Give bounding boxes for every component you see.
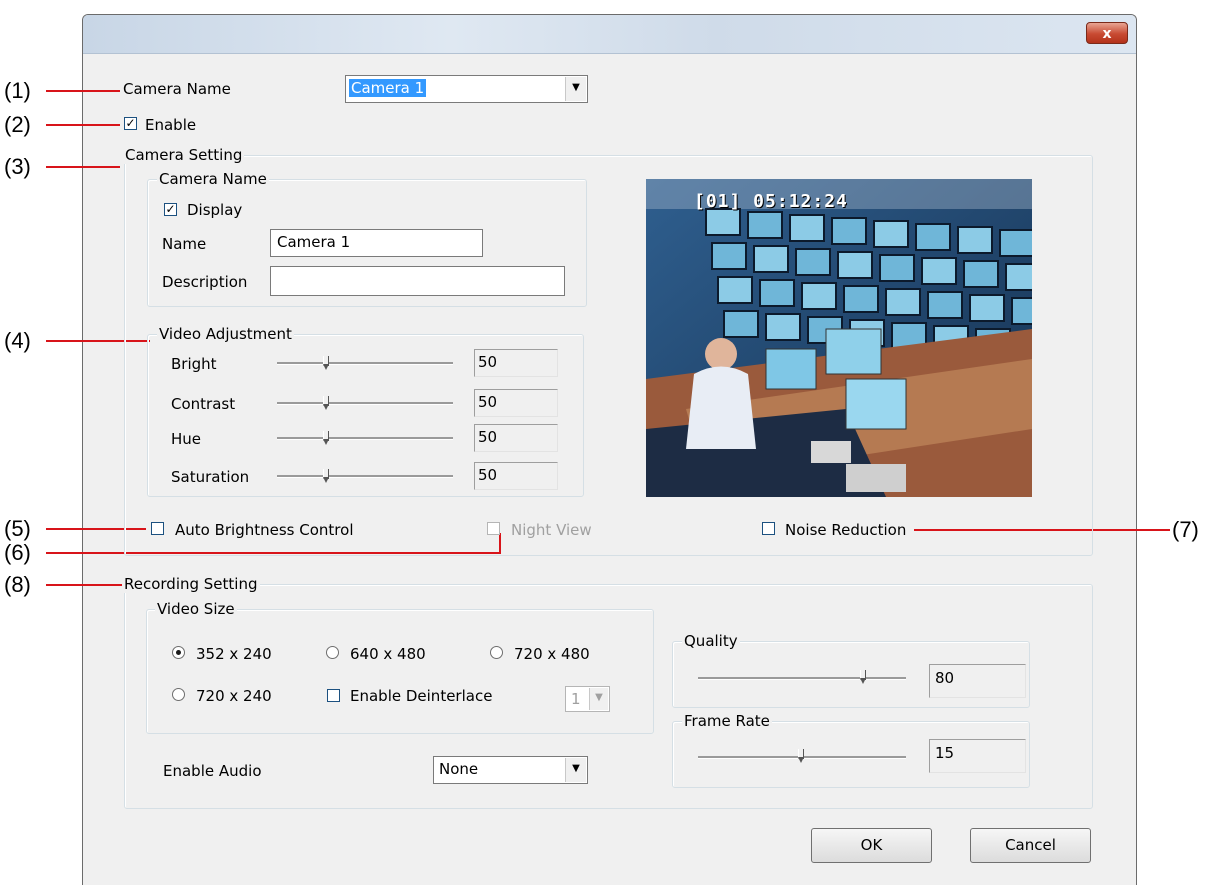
camera-setting-title: Camera Setting [123,146,245,164]
quality-slider-thumb[interactable] [860,670,867,686]
radio-640x480-label: 640 x 480 [350,645,426,663]
quality-title: Quality [682,632,740,650]
video-adjustment-slider-track[interactable] [277,475,453,478]
chevron-down-icon[interactable]: ▼ [589,688,608,710]
callout-7: (7) [1172,517,1199,542]
video-adjustment-value: 50 [474,462,558,490]
video-adjustment-label: Saturation [171,468,250,486]
enable-audio-label: Enable Audio [163,762,262,780]
camera-select-value: Camera 1 [349,79,427,97]
preview-osd-timestamp: [01] 05:12:24 [694,191,848,212]
night-view-checkbox[interactable] [487,522,500,535]
video-adjustment-slider-thumb[interactable] [322,469,329,485]
ok-button[interactable]: OK [811,828,932,863]
callout-4: (4) [4,328,31,353]
frame-rate-slider-thumb[interactable] [798,749,804,765]
callout-2: (2) [4,112,31,137]
radio-720x240-label: 720 x 240 [196,687,272,705]
night-view-label: Night View [511,521,592,539]
display-checkbox[interactable]: ✓ [164,203,177,216]
description-input[interactable] [270,266,565,296]
video-adjustment-slider-track[interactable] [277,437,453,440]
radio-640x480[interactable] [326,646,339,659]
video-adjustment-slider-track[interactable] [277,402,453,405]
video-size-title: Video Size [155,600,237,618]
cancel-button[interactable]: Cancel [970,828,1091,863]
callout-line-1 [46,90,120,92]
deinterlace-label: Enable Deinterlace [350,687,493,705]
radio-720x480[interactable] [490,646,503,659]
video-adjustment-slider-thumb[interactable] [322,396,329,412]
radio-352x240[interactable] [172,646,185,659]
callout-line-3 [46,166,120,168]
enable-label: Enable [145,116,197,134]
video-adjustment-label: Hue [171,430,202,448]
close-icon: x [1102,26,1112,42]
radio-720x480-label: 720 x 480 [514,645,590,663]
quality-slider-track[interactable] [698,677,906,680]
description-label: Description [162,273,248,291]
frame-rate-title: Frame Rate [682,712,772,730]
callout-3: (3) [4,154,31,179]
frame-rate-value: 15 [929,739,1026,773]
callout-line-8 [46,584,122,586]
deinterlace-select[interactable]: 1 ▼ [565,686,610,712]
name-label: Name [162,235,207,253]
name-input[interactable]: Camera 1 [270,229,483,257]
video-size-group [146,609,654,734]
auto-brightness-label: Auto Brightness Control [175,521,354,539]
callout-line-2 [46,124,120,126]
video-adjustment-slider-thumb[interactable] [322,431,329,447]
video-adjustment-title: Video Adjustment [157,325,294,343]
noise-reduction-checkbox[interactable] [762,522,775,535]
camera-select[interactable]: Camera 1 ▼ [345,75,588,103]
video-adjustment-value: 50 [474,349,558,377]
audio-select-value: None [439,760,479,778]
callout-1: (1) [4,78,31,103]
radio-352x240-label: 352 x 240 [196,645,272,663]
camera-name-group-title: Camera Name [157,170,269,188]
chevron-down-icon[interactable]: ▼ [565,77,586,101]
quality-value: 80 [929,664,1026,698]
close-button[interactable]: x [1086,22,1128,44]
video-adjustment-label: Bright [171,355,217,373]
recording-setting-title: Recording Setting [122,575,260,593]
video-adjustment-slider-track[interactable] [277,362,453,365]
camera-preview-image: [01] 05:12:24 [646,179,1032,497]
enable-checkbox[interactable]: ✓ [124,117,137,130]
auto-brightness-checkbox[interactable] [151,522,164,535]
video-adjustment-label: Contrast [171,395,236,413]
display-label: Display [187,201,243,219]
audio-select[interactable]: None ▼ [433,756,588,784]
deinterlace-checkbox[interactable] [327,689,340,702]
video-adjustment-value: 50 [474,389,558,417]
title-bar[interactable]: x [83,15,1136,54]
radio-720x240[interactable] [172,688,185,701]
video-adjustment-value: 50 [474,424,558,452]
camera-name-label: Camera Name [123,80,231,98]
callout-5: (5) [4,516,31,541]
noise-reduction-label: Noise Reduction [785,521,907,539]
callout-8: (8) [4,572,31,597]
chevron-down-icon[interactable]: ▼ [565,758,586,782]
callout-6: (6) [4,540,31,565]
deinterlace-select-value: 1 [571,690,581,708]
control-room-picture [646,179,1032,497]
video-adjustment-slider-thumb[interactable] [322,356,329,372]
